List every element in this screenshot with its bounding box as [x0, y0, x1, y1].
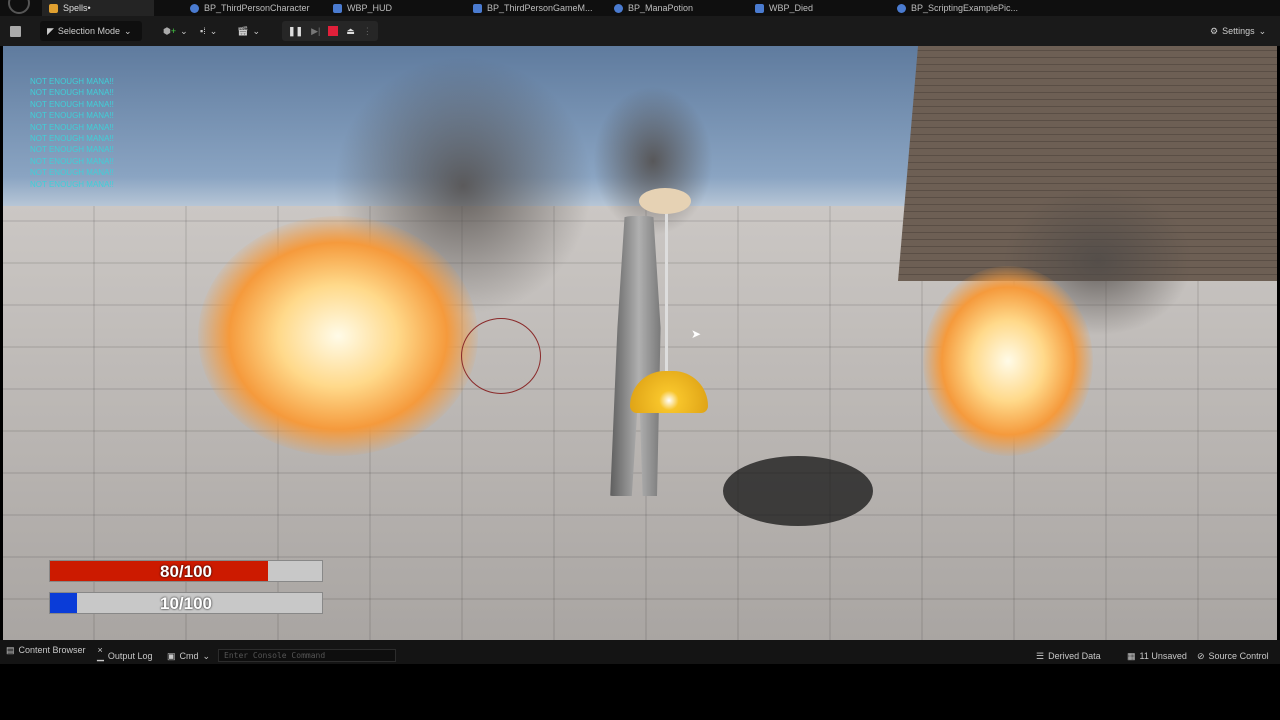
health-label: 80/100: [160, 562, 212, 581]
game-viewport[interactable]: ➤ NOT ENOUGH MANA!! NOT ENOUGH MANA!! NO…: [3, 46, 1277, 640]
lamp-pole: [665, 211, 668, 391]
eject-icon[interactable]: ⏏: [346, 26, 355, 37]
settings-button[interactable]: ⚙ Settings ⌄: [1210, 21, 1266, 41]
step-icon[interactable]: ▶|: [311, 26, 320, 37]
add-actor-icon: ⬢+: [163, 25, 177, 36]
document-tab-bar: Spells• BP_ThirdPersonCharacter WBP_HUD …: [0, 0, 1280, 16]
tab-bp-thirdpersoncharacter[interactable]: BP_ThirdPersonCharacter: [190, 0, 310, 16]
mana-label: 10/100: [160, 594, 212, 613]
console-command-input[interactable]: Enter Console Command: [218, 649, 396, 662]
source-control-button[interactable]: ⊘ Source Control: [1197, 649, 1269, 663]
tab-spells[interactable]: Spells•: [42, 0, 154, 16]
debug-message: NOT ENOUGH MANA!!: [30, 122, 114, 132]
chevron-down-icon: ⌄: [202, 650, 211, 661]
blueprints-button[interactable]: ▪⁞ ⌄: [200, 21, 217, 41]
tab-bp-manapotion[interactable]: BP_ManaPotion: [614, 0, 693, 16]
unsaved-button[interactable]: ▦ 11 Unsaved: [1127, 649, 1187, 663]
mouse-cursor: ➤: [691, 327, 702, 341]
app-logo[interactable]: [8, 0, 30, 14]
folder-icon: ▤: [6, 644, 15, 655]
clapper-icon: 🎬︎: [237, 25, 249, 36]
stop-icon[interactable]: [328, 26, 339, 36]
debug-message: NOT ENOUGH MANA!!: [30, 168, 114, 178]
cinematics-button[interactable]: 🎬︎ ⌄: [237, 21, 260, 41]
terminal-icon: ▣: [167, 650, 176, 661]
save-icon: [10, 25, 21, 37]
debug-message: NOT ENOUGH MANA!!: [30, 88, 114, 98]
debug-message-list: NOT ENOUGH MANA!! NOT ENOUGH MANA!! NOT …: [30, 76, 114, 190]
lamp-top: [639, 188, 691, 214]
more-options-icon[interactable]: ⋮: [363, 26, 372, 37]
blueprint-icon: [190, 3, 199, 13]
debug-message: NOT ENOUGH MANA!!: [30, 111, 114, 121]
debug-message: NOT ENOUGH MANA!!: [30, 99, 114, 109]
chevron-down-icon: ⌄: [123, 25, 132, 36]
blueprint-icon: [897, 3, 906, 13]
blueprint-graph-icon: ▪⁞: [200, 26, 206, 36]
chevron-down-icon: ⌄: [1258, 25, 1267, 36]
blueprint-icon: [614, 3, 623, 13]
selection-mode-dropdown[interactable]: ◤ Selection Mode ⌄: [40, 21, 142, 41]
widget-icon: [755, 3, 764, 13]
smoke-cloud: [593, 86, 713, 236]
gear-icon: ⚙: [1210, 25, 1219, 36]
debug-sphere: [461, 318, 541, 394]
level-toolbar: ◤ Selection Mode ⌄ ⬢+ ⌄ ▪⁞ ⌄ 🎬︎ ⌄ ❚❚ ▶| ⏏ ⋮ ⚙…: [0, 16, 1280, 46]
add-actor-button[interactable]: ⬢+ ⌄: [163, 21, 188, 41]
blueprint-icon: [473, 3, 482, 13]
unsaved-files-icon: ▦: [1127, 650, 1136, 661]
cmd-dropdown[interactable]: ▣ Cmd ⌄: [167, 649, 210, 663]
debug-message: NOT ENOUGH MANA!!: [30, 156, 114, 166]
tab-bp-scriptingexample[interactable]: BP_ScriptingExamplePic...: [897, 0, 1018, 16]
tab-wbp-hud[interactable]: WBP_HUD: [333, 0, 392, 16]
debug-message: NOT ENOUGH MANA!!: [30, 145, 114, 155]
tab-wbp-died[interactable]: WBP_Died: [755, 0, 813, 16]
debug-message: NOT ENOUGH MANA!!: [30, 77, 114, 86]
level-icon: [49, 3, 58, 13]
debug-message: NOT ENOUGH MANA!!: [30, 179, 114, 189]
content-browser-tab[interactable]: ▤ Content Browser ×: [6, 643, 103, 657]
debug-message: NOT ENOUGH MANA!!: [30, 134, 114, 144]
log-icon: ▁: [97, 650, 104, 661]
save-button[interactable]: [10, 21, 21, 41]
widget-icon: [333, 3, 342, 13]
source-control-disabled-icon: ⊘: [1197, 650, 1205, 661]
database-icon: ☰: [1036, 650, 1045, 661]
status-bar: ▤ Content Browser × ▁ Output Log ▣ Cmd ⌄ Ente…: [0, 640, 1280, 664]
pause-icon[interactable]: ❚❚: [288, 26, 303, 37]
mana-bar: 10/100: [49, 592, 323, 614]
tab-bp-thirdpersongamemode[interactable]: BP_ThirdPersonGameM...: [473, 0, 593, 16]
character-shadow: [723, 456, 873, 526]
cursor-icon: ◤: [47, 25, 54, 36]
fire-effect: [198, 216, 478, 456]
fire-effect: [923, 266, 1093, 456]
derived-data-button[interactable]: ☰ Derived Data: [1036, 649, 1101, 663]
play-controls: ❚❚ ▶| ⏏ ⋮: [282, 21, 378, 41]
output-log-button[interactable]: ▁ Output Log: [97, 649, 152, 663]
health-bar: 80/100: [49, 560, 323, 582]
